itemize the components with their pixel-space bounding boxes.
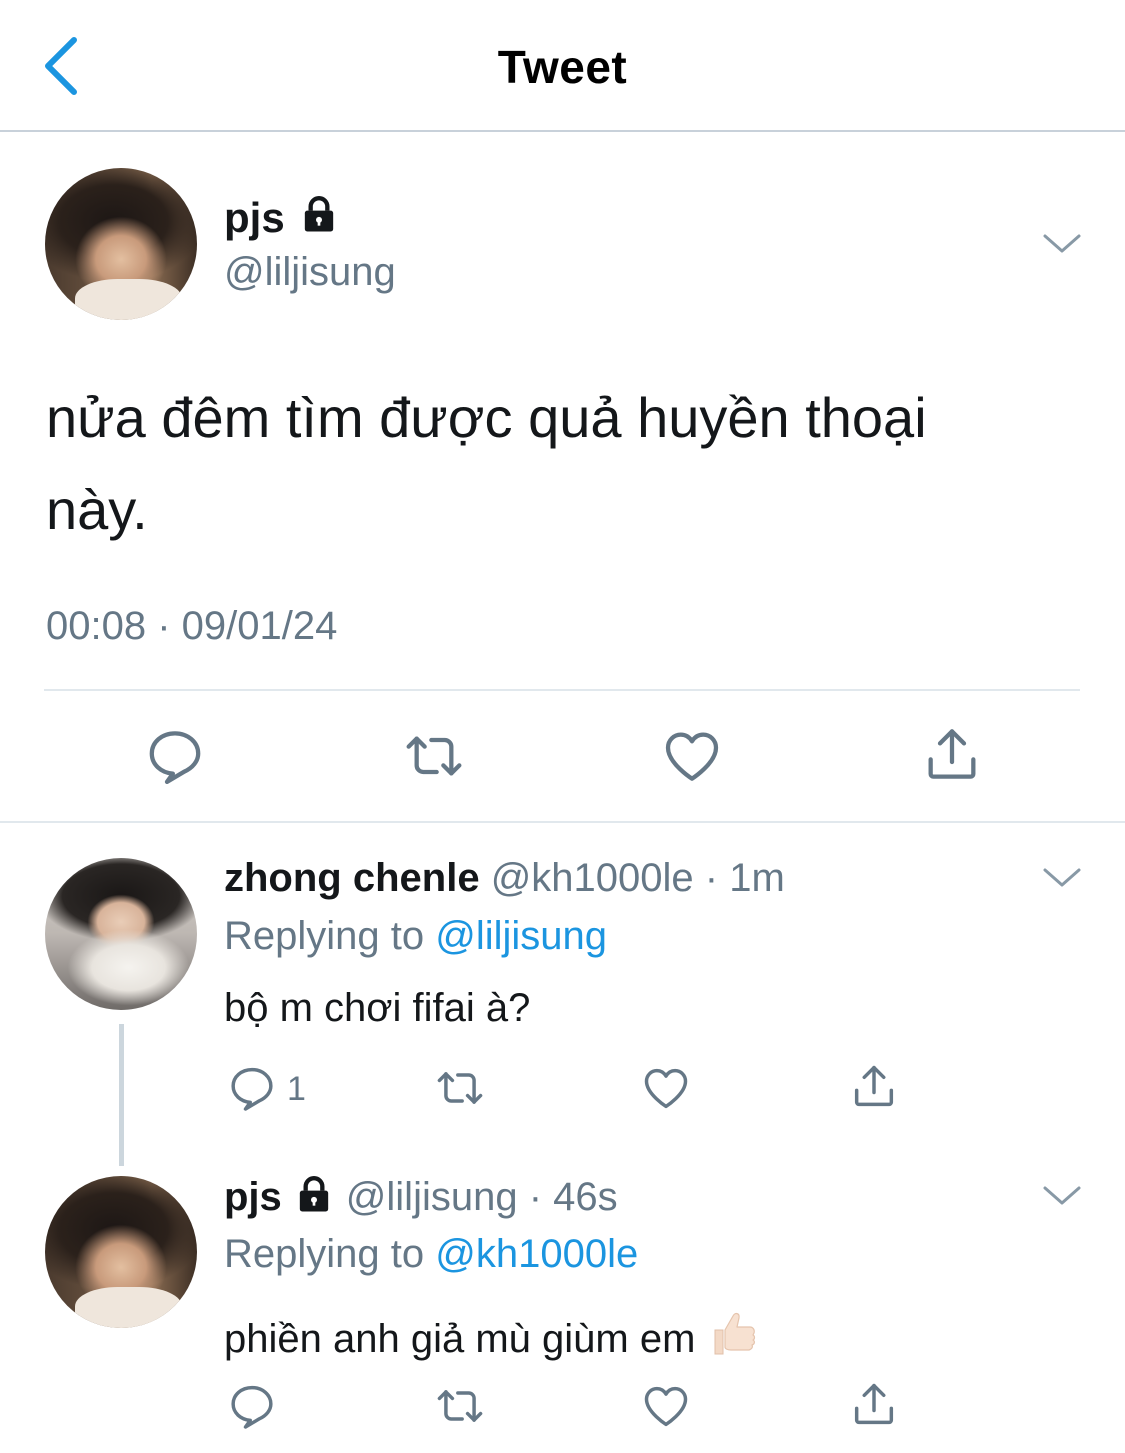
retweet-button[interactable] (432, 1380, 488, 1432)
tweet-text-line: nửa đêm tìm được quả huyền thoại (46, 386, 927, 449)
reply-text: bộ m chơi fifai à? (224, 986, 531, 1030)
share-icon (848, 1378, 900, 1430)
like-button[interactable] (640, 1062, 692, 1114)
author-name-row: pjs (224, 194, 339, 242)
reply-button[interactable] (226, 1062, 278, 1114)
reply-text-content: phiền anh giả mù giùm em (224, 1317, 696, 1361)
heart-icon (640, 1062, 692, 1114)
share-button[interactable] (920, 722, 984, 786)
reply-button[interactable] (143, 724, 207, 788)
thumbs-up-emoji (714, 1312, 756, 1355)
lock-icon (299, 194, 339, 234)
share-icon (848, 1060, 900, 1112)
tweet-detail-screen: Tweet pjs @liljisung nửa đêm tìm được qu… (0, 0, 1125, 1453)
chevron-down-icon[interactable] (1042, 866, 1082, 890)
lock-icon (294, 1174, 334, 1214)
heart-icon (640, 1380, 692, 1432)
tweet-text-line: này. (46, 478, 148, 541)
reply-author-name[interactable]: pjs (224, 1175, 282, 1219)
share-button[interactable] (848, 1060, 900, 1112)
like-button[interactable] (660, 724, 724, 788)
speech-bubble-icon (143, 724, 207, 788)
thread-connector (119, 1024, 124, 1166)
mention-link[interactable]: @kh1000le (435, 1232, 638, 1276)
avatar[interactable] (45, 168, 197, 320)
page-title: Tweet (497, 41, 628, 93)
tweet-timestamp[interactable]: 00:08 · 09/01/24 (46, 604, 337, 649)
divider (44, 689, 1080, 691)
reply-button[interactable] (226, 1380, 278, 1432)
reply-handle-time[interactable]: @kh1000le · 1m (491, 856, 785, 900)
retweet-icon (432, 1380, 488, 1432)
chevron-down-icon[interactable] (1042, 232, 1082, 256)
heart-icon (660, 724, 724, 788)
retweet-icon (432, 1062, 488, 1114)
reply-header: pjs @liljisung · 46s (224, 1174, 618, 1220)
replying-to: Replying to @kh1000le (224, 1232, 638, 1277)
author-handle[interactable]: @liljisung (224, 250, 396, 295)
divider (0, 821, 1125, 823)
retweet-button[interactable] (400, 724, 468, 788)
retweet-button[interactable] (432, 1062, 488, 1114)
replying-to-label: Replying to (224, 914, 425, 958)
speech-bubble-icon (226, 1380, 278, 1432)
reply-text: phiền anh giả mù giùm em (224, 1304, 761, 1362)
tweet-text: nửa đêm tìm được quả huyền thoại này. (46, 372, 1086, 556)
share-icon (920, 722, 984, 786)
reply-header: zhong chenle @kh1000le · 1m (224, 856, 785, 901)
replying-to: Replying to @liljisung (224, 914, 607, 959)
avatar[interactable] (45, 858, 197, 1010)
speech-bubble-icon (226, 1062, 278, 1114)
mention-link[interactable]: @liljisung (435, 914, 607, 958)
share-button[interactable] (848, 1378, 900, 1430)
top-nav-bar: Tweet (0, 0, 1125, 132)
like-button[interactable] (640, 1380, 692, 1432)
reply-count: 1 (287, 1070, 306, 1108)
reply-author-name[interactable]: zhong chenle (224, 856, 480, 900)
retweet-icon (400, 724, 468, 788)
author-name[interactable]: pjs (224, 194, 285, 241)
reply-handle-time[interactable]: @liljisung · 46s (346, 1175, 618, 1219)
avatar[interactable] (45, 1176, 197, 1328)
replying-to-label: Replying to (224, 1232, 425, 1276)
chevron-down-icon[interactable] (1042, 1184, 1082, 1208)
